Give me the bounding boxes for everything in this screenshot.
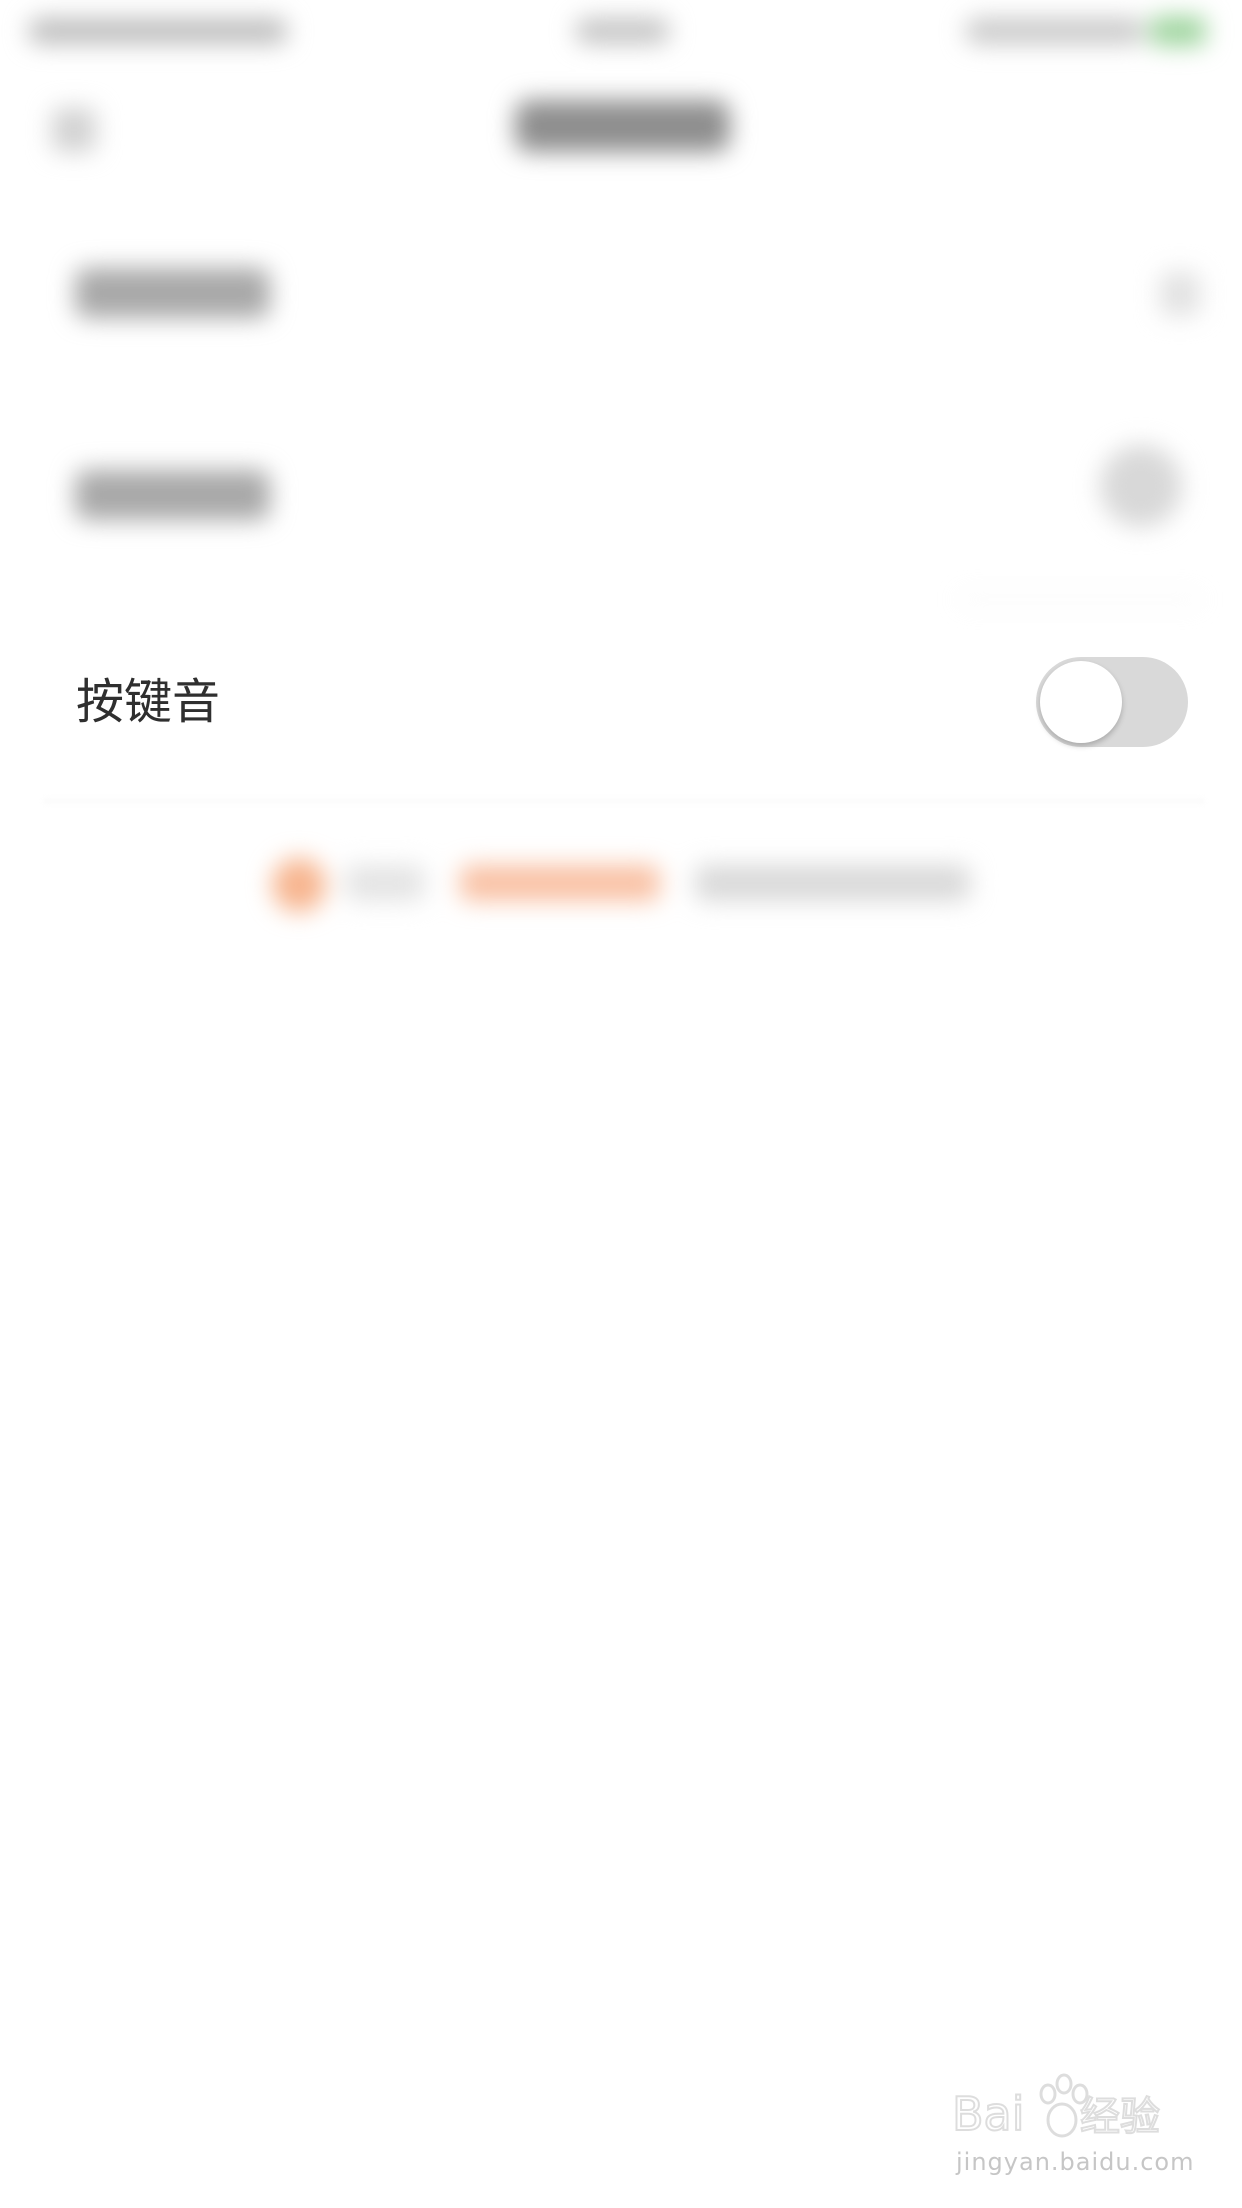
divider (960, 598, 1200, 601)
svg-text:Bai: Bai (952, 2087, 1025, 2141)
toggle-knob (1040, 661, 1122, 743)
watermark-url: jingyan.baidu.com (956, 2148, 1195, 2176)
page-title (515, 100, 730, 152)
status-bar-indicators (965, 18, 1145, 44)
status-bar-time (575, 18, 670, 44)
key-sound-toggle[interactable] (1036, 657, 1188, 747)
key-sound-label: 按键音 (76, 674, 221, 730)
divider (44, 800, 1204, 802)
svg-text:经验: 经验 (1080, 2094, 1160, 2140)
blurred-background (0, 0, 1242, 2208)
key-sound-row: 按键音 (0, 630, 1242, 774)
feedback-dot-icon (272, 858, 326, 912)
chevron-right-icon[interactable] (1160, 272, 1200, 316)
feedback-text (345, 865, 425, 901)
settings-row-2-label (75, 470, 270, 520)
battery-icon (1150, 16, 1206, 46)
feedback-text-tail (695, 865, 970, 901)
status-bar-carrier (28, 18, 288, 44)
settings-screen: 按键音 Bai 经验 jingyan.baidu.com (0, 0, 1242, 2208)
feedback-link[interactable] (460, 865, 660, 901)
back-arrow-icon[interactable] (52, 108, 96, 152)
settings-row-1-label[interactable] (75, 268, 270, 318)
settings-row-2-toggle[interactable] (1100, 445, 1182, 527)
